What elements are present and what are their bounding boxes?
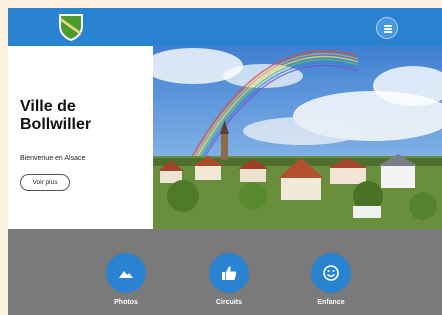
shortcut-circuits[interactable]: Circuits bbox=[199, 253, 259, 309]
shortcuts-bar: Photos Circuits Enfance bbox=[8, 229, 442, 315]
top-header bbox=[8, 8, 442, 46]
see-more-button[interactable]: Voir plus bbox=[20, 174, 70, 191]
shortcut-enfance[interactable]: Enfance bbox=[301, 253, 361, 309]
shortcut-label: Circuits bbox=[215, 299, 243, 306]
shortcut-label: Photos bbox=[114, 299, 138, 306]
shortcut-photos[interactable]: Photos bbox=[96, 253, 156, 309]
thumbs-up-icon bbox=[209, 253, 249, 293]
bollwiller-coat-of-arms-icon[interactable] bbox=[56, 12, 86, 42]
smiley-face-icon bbox=[311, 253, 351, 293]
hero-section: Ville de Bollwiller Bienvenue en Alsace … bbox=[8, 46, 442, 247]
hero-rainbow-village-image bbox=[153, 46, 442, 229]
menu-button[interactable] bbox=[376, 17, 398, 39]
hero-text-panel: Ville de Bollwiller Bienvenue en Alsace … bbox=[8, 46, 153, 229]
mountain-photo-icon bbox=[106, 253, 146, 293]
page-title: Ville de Bollwiller bbox=[20, 98, 92, 133]
hero-subtitle: Bienvenue en Alsace bbox=[20, 155, 86, 162]
shortcut-label: Enfance bbox=[317, 299, 345, 306]
page-frame: Ville de Bollwiller Bienvenue en Alsace … bbox=[8, 8, 442, 315]
